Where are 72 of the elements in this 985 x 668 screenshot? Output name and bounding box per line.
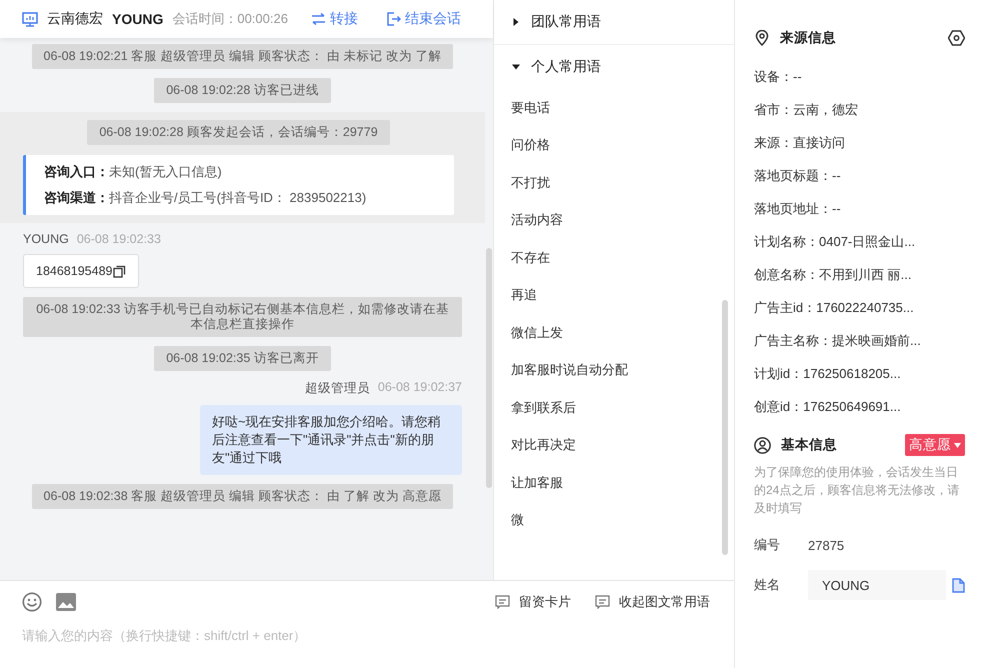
message-bubble: 好哒~现在安排客服加您介绍哈。请您稍后注意查看一下"通讯录"并点击"新的朋友"通过下哦 (200, 405, 462, 475)
phrase-item[interactable]: 微 (494, 502, 734, 539)
system-message: 06-08 19:02:38 客服 超级管理员 编辑 顾客状态： 由 了解 改为 高意愿 (32, 484, 454, 509)
caret-icon (512, 63, 520, 71)
section-title: 来源信息 (780, 29, 836, 47)
caret-icon (954, 442, 961, 448)
shop-name: 云南德宏 (47, 10, 103, 28)
phrase-item[interactable]: 不打扰 (494, 164, 734, 202)
message-icon (495, 595, 510, 609)
session-timer: 会话时间：00:00:26 (172, 10, 288, 28)
source-field: 计划id：176250618205... (754, 357, 965, 390)
phrase-item[interactable]: 让加客服 (494, 464, 734, 502)
phrase-item[interactable]: 微信上发 (494, 314, 734, 352)
image-icon[interactable] (56, 593, 76, 611)
scrollbar[interactable] (722, 300, 728, 555)
system-message: 06-08 19:02:28 访客已进线 (154, 78, 331, 103)
phrase-item[interactable]: 活动内容 (494, 202, 734, 239)
monitor-icon (22, 12, 38, 26)
system-message: 06-08 19:02:21 客服 超级管理员 编辑 顾客状态： 由 未标记 改为 了解 (32, 44, 454, 69)
info-value: 抖音企业号/员工号(抖音号ID： 2839502213) (109, 190, 366, 205)
phrase-item[interactable]: 加客服时说自动分配 (494, 352, 734, 389)
system-message: 06-08 19:02:28 顾客发起会话，会话编号：29779 (87, 120, 390, 145)
phrase-item[interactable]: 不存在 (494, 239, 734, 276)
message-icon (595, 595, 610, 609)
composer-tool-button[interactable]: 收起图文常用语 (595, 593, 710, 611)
scrollbar[interactable] (486, 248, 492, 488)
sender-name: YOUNG (23, 232, 69, 246)
phrase-group-header[interactable]: 团队常用语 (494, 0, 734, 44)
phrase-item[interactable]: 问价格 (494, 126, 734, 164)
user-circle-icon (754, 436, 771, 454)
copy-icon[interactable] (113, 264, 126, 278)
swap-arrows-icon (310, 13, 326, 25)
phrase-item[interactable]: 拿到联系后 (494, 389, 734, 426)
exit-icon (386, 12, 401, 26)
message-bubble: 18468195489 (23, 254, 140, 288)
name-field[interactable]: YOUNG (808, 570, 946, 600)
source-field: 设备：-- (754, 60, 965, 93)
phrase-group-header[interactable]: 个人常用语 (494, 45, 734, 89)
source-field: 创意id：176250649691... (754, 390, 965, 423)
phrase-item[interactable]: 再追 (494, 276, 734, 314)
phrase-item[interactable]: 对比再决定 (494, 426, 734, 464)
source-field: 创意名称：不用到川西 丽... (754, 258, 965, 291)
source-field: 省市：云南，德宏 (754, 93, 965, 126)
caret-icon (512, 18, 520, 26)
system-message: 06-08 19:02:33 访客手机号已自动标记右侧基本信息栏，如需修改请在基本信息栏直接操作 (23, 297, 462, 337)
settings-icon[interactable] (948, 30, 965, 46)
source-field: 广告主id：176022240735... (754, 291, 965, 324)
sender-name: 超级管理员 (304, 380, 370, 397)
transfer-button[interactable]: 转接 (310, 10, 358, 28)
customer-status-dropdown[interactable]: 高意愿 (905, 434, 965, 456)
emoji-icon[interactable] (22, 592, 42, 612)
field-label: 编号 (754, 536, 781, 554)
visitor-name: YOUNG (112, 11, 164, 27)
source-field: 落地页标题：-- (754, 159, 965, 192)
info-label: 咨询渠道： (44, 190, 109, 205)
message-time: 06-08 19:02:33 (76, 232, 161, 246)
notice-text: 为了保障您的使用体验，会话发生当日的24点之后，顾客信息将无法修改，请及时填写 (754, 464, 960, 517)
location-pin-icon (754, 30, 770, 46)
phrase-item[interactable]: 要电话 (494, 89, 734, 126)
info-label: 咨询入口： (44, 164, 109, 179)
section-title: 基本信息 (781, 436, 837, 454)
source-field: 落地页地址：-- (754, 192, 965, 225)
message-time: 06-08 19:02:37 (378, 380, 462, 396)
end-session-button[interactable]: 结束会话 (386, 10, 461, 28)
source-field: 计划名称：0407-日照金山... (754, 225, 965, 258)
source-field: 来源：直接访问 (754, 126, 965, 159)
source-field: 广告主名称：提米映画婚前... (754, 324, 965, 357)
info-value: 未知(暂无入口信息) (109, 164, 222, 179)
field-label: 姓名 (754, 576, 781, 594)
customer-id: 27875 (808, 538, 844, 552)
composer-tool-button[interactable]: 留资卡片 (495, 593, 571, 611)
system-message: 06-08 19:02:35 访客已离开 (154, 346, 331, 371)
